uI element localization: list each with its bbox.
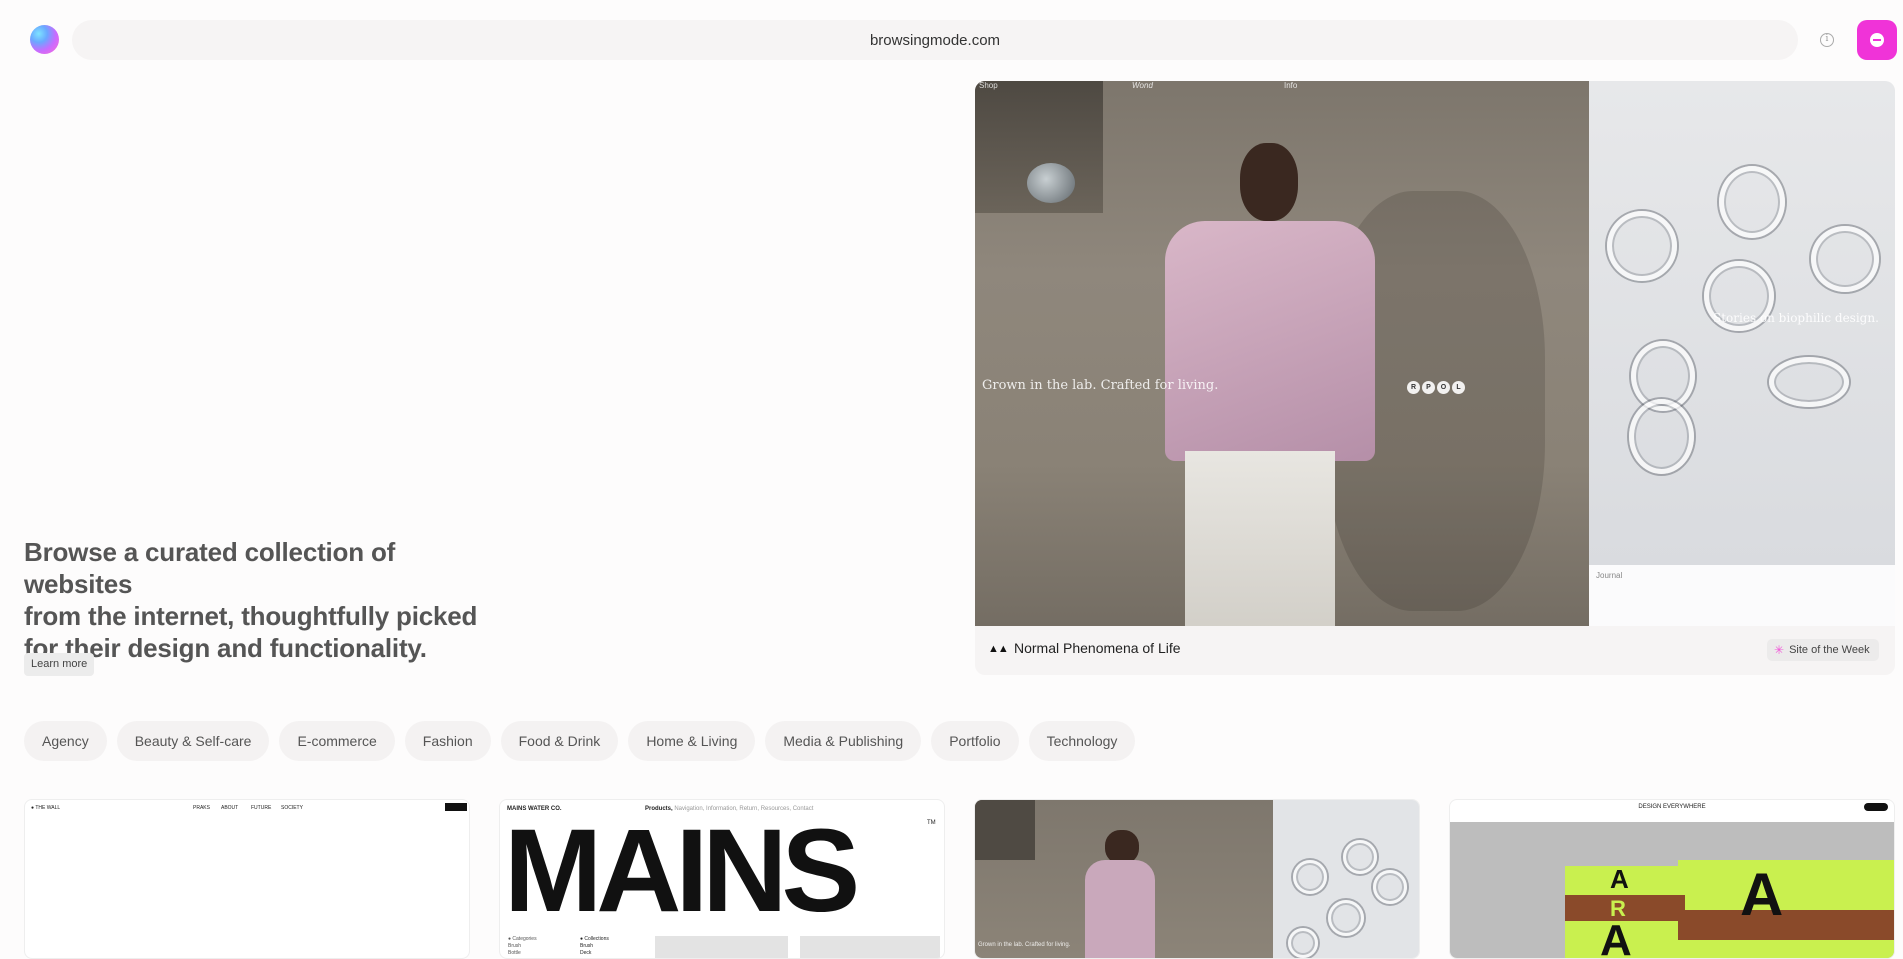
rpol-letter: R (1407, 381, 1420, 394)
info-icon: i (1820, 33, 1834, 47)
plus-circle-icon (1870, 33, 1884, 47)
thumb-menu-button (445, 803, 467, 811)
category-fashion[interactable]: Fashion (404, 721, 491, 761)
featured-screenshot-right: Stories on biophilic design. (1589, 81, 1895, 565)
box-letter: A (1610, 864, 1629, 894)
badge-label: Site of the Week (1789, 644, 1870, 656)
thumb-image-left: Grown in the lab. Crafted for living. (975, 800, 1273, 958)
featured-site-title[interactable]: Normal Phenomena of Life (1014, 640, 1181, 656)
category-food-drink[interactable]: Food & Drink (500, 721, 619, 761)
url-bar[interactable]: browsingmode.com (72, 20, 1798, 60)
hero-line-2: from the internet, thoughtfully picked (24, 601, 478, 631)
thumb-button (1864, 803, 1888, 811)
hero-line-1: Browse a curated collection of websites (24, 537, 396, 599)
thumb-list: ● Collections Brush Deck (580, 936, 609, 957)
thumb-box-band (1678, 910, 1894, 940)
mains-wordmark: MAINS (504, 805, 860, 937)
thumb-list-item: Deck (580, 950, 592, 956)
thumb-image-block (800, 936, 940, 958)
category-filter-bar: Agency Beauty & Self-care E-commerce Fas… (24, 721, 1136, 761)
thumb-list-item: Bottle (508, 950, 521, 956)
journal-label: Journal (1596, 571, 1623, 580)
category-media-publishing[interactable]: Media & Publishing (765, 721, 922, 761)
thumb-nav-item: ABOUT (221, 805, 239, 811)
featured-caption-left: Grown in the lab. Crafted for living. (982, 378, 1219, 393)
glass-ring (1373, 870, 1407, 904)
featured-nav-wond: Wond (1132, 81, 1153, 90)
featured-caption-right: Stories on biophilic design. (1713, 311, 1879, 325)
submit-site-button[interactable] (1857, 20, 1897, 60)
info-button[interactable]: i (1813, 26, 1841, 54)
site-thumbnail[interactable]: Grown in the lab. Crafted for living. (974, 799, 1420, 959)
site-thumbnail[interactable]: ● THE WALL PRAKS ABOUT FUTURE SOCIETY (24, 799, 470, 959)
thumb-nav-item: SOCIETY (281, 805, 303, 811)
thumb-title: DESIGN EVERYWHERE (1638, 804, 1706, 810)
glass-ring (1343, 840, 1377, 874)
site-thumbnail[interactable]: DESIGN EVERYWHERE A R A A (1449, 799, 1895, 959)
thumb-model-head (1105, 830, 1139, 864)
category-home-living[interactable]: Home & Living (628, 721, 756, 761)
model-pants (1185, 451, 1335, 626)
glass-ring (1719, 166, 1785, 238)
model-shirt (1165, 221, 1375, 461)
top-bar: browsingmode.com i (0, 0, 1903, 80)
thumb-alcove (975, 800, 1035, 860)
glass-ring (1607, 211, 1677, 281)
category-portfolio[interactable]: Portfolio (931, 721, 1019, 761)
thumb-nav-item: FUTURE (251, 805, 272, 811)
rpol-letter: O (1437, 381, 1450, 394)
thumb-caption: Grown in the lab. Crafted for living. (978, 942, 1071, 948)
rpol-badges: R P O L (1407, 381, 1465, 394)
site-thumbnail[interactable]: MAINS WATER CO. Products, Navigation, In… (499, 799, 945, 959)
thumb-nav-item: PRAKS (193, 805, 210, 811)
thumb-list-item: Brush (508, 943, 522, 949)
glass-ring (1293, 860, 1327, 894)
glass-ring (1288, 928, 1318, 958)
category-beauty-self-care[interactable]: Beauty & Self-care (116, 721, 270, 761)
thumb-image-block (655, 936, 788, 958)
box-letter: A (1600, 916, 1632, 959)
thumb-brand: ● THE WALL (31, 805, 61, 811)
trademark: TM (927, 820, 936, 826)
thumb-list-item: ● Categories (508, 936, 537, 942)
category-e-commerce[interactable]: E-commerce (279, 721, 395, 761)
featured-nav-shop: Shop (979, 81, 998, 90)
glass-ring (1629, 399, 1694, 474)
site-of-the-week-badge: ✳ Site of the Week (1767, 639, 1879, 661)
featured-screenshot-left: Shop Wond Info Grown in the lab. Crafted… (975, 81, 1589, 626)
thumb-list-item: Brush (580, 943, 594, 949)
glass-ring (1769, 357, 1849, 407)
hero-description: Browse a curated collection of websites … (24, 536, 494, 664)
rpol-letter: L (1452, 381, 1465, 394)
category-agency[interactable]: Agency (24, 721, 107, 761)
thumbnail-nav: ● THE WALL PRAKS ABOUT FUTURE SOCIETY (25, 800, 469, 816)
thumb-image-right (1273, 800, 1419, 958)
logo[interactable] (30, 25, 59, 54)
asterisk-icon: ✳ (1774, 643, 1785, 657)
featured-nav-info: Info (1284, 81, 1298, 90)
learn-more-button[interactable]: Learn more (24, 653, 95, 676)
category-technology[interactable]: Technology (1028, 721, 1136, 761)
thumb-list: ● Categories Brush Bottle (508, 936, 537, 957)
hero-line-3: for their design and functionality. (24, 633, 427, 663)
featured-right-footer: Journal (1589, 565, 1895, 626)
glass-ring (1811, 226, 1879, 292)
box-letter: A (1740, 861, 1784, 928)
orb-object (1027, 163, 1075, 203)
rpol-letter: P (1422, 381, 1435, 394)
model-head (1240, 143, 1298, 221)
thumb-model-shirt (1085, 860, 1155, 958)
url-text: browsingmode.com (869, 31, 1001, 49)
site-logo-icon: ▲▲ (988, 643, 1009, 655)
glass-ring (1328, 900, 1364, 936)
featured-site-card[interactable]: Shop Wond Info Grown in the lab. Crafted… (975, 81, 1895, 675)
thumb-list-item: ● Collections (580, 936, 609, 942)
